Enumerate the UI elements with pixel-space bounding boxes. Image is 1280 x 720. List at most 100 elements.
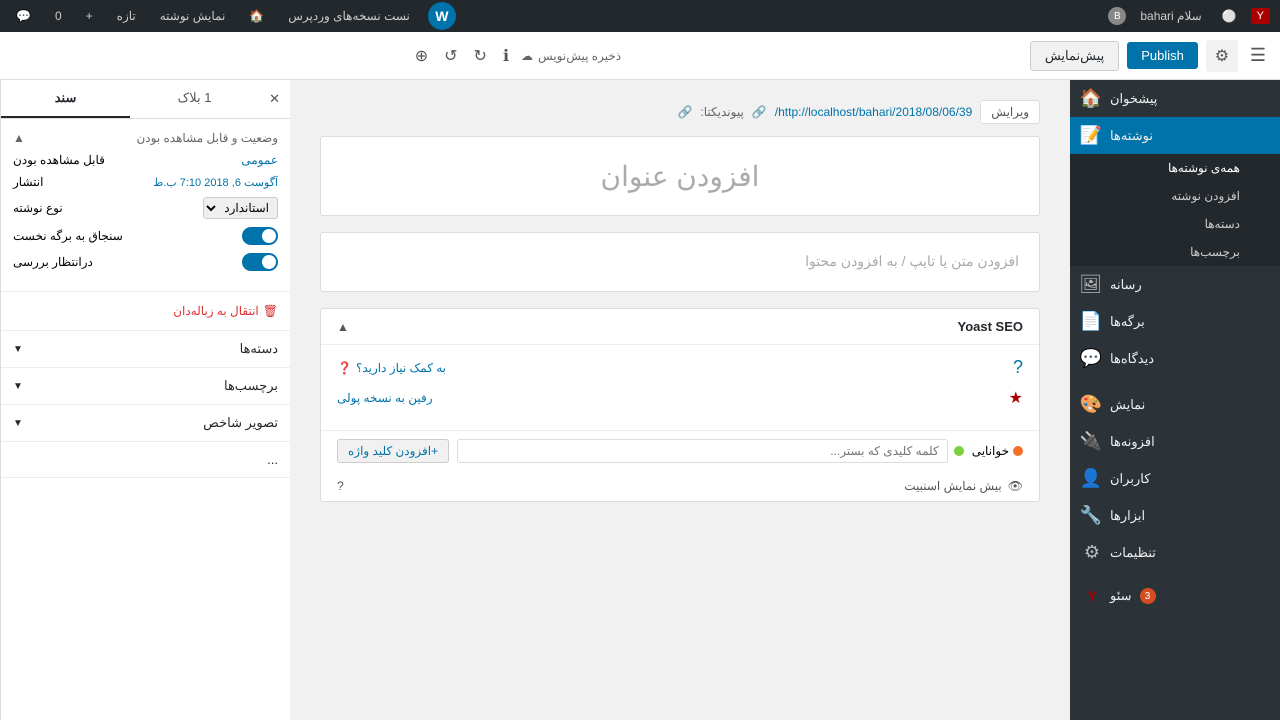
status-collapse-arrow[interactable]: ▲ [13,131,25,145]
yoast-header[interactable]: Yoast SEO ▲ [321,309,1039,345]
yoast-add-keyword-button[interactable]: +افزودن کلید واژه [337,439,449,463]
sidebar-item-appearance[interactable]: 🎨 نمایش [1070,386,1280,423]
seo-badge: 3 [1140,588,1156,604]
sidebar-item-pages[interactable]: 📄 برگه‌ها [1070,303,1280,340]
title-area[interactable]: افزودن عنوان [320,136,1040,216]
tags-section[interactable]: برچسب‌ها ▼ [1,368,290,405]
hamburger-menu[interactable]: ☰ [1246,41,1270,70]
yoast-star-icon: ★ [1009,388,1023,408]
stick-label: سنجاق به برگه نخست [13,229,123,243]
seo-icon: Y [1082,588,1102,604]
yoast-keyword-input[interactable] [457,439,948,463]
extra-section[interactable]: ... [1,442,290,478]
tags-label: برچسب‌ها [224,378,278,394]
admin-bar-customize[interactable]: تازه [111,9,142,23]
categories-section[interactable]: دسته‌ها ▼ [1,331,290,368]
publish-button[interactable]: Publish [1127,42,1198,69]
keyword-dot [954,446,964,456]
yoast-body: ? به کمک نیاز دارید؟ ❓ ★ رفین به نسخه پو… [321,345,1039,430]
admin-bar-yoast[interactable]: Y [1251,8,1270,24]
yoast-question-preview[interactable]: ? [337,479,344,493]
submenu-add-post[interactable]: افزودن نوشته [1070,182,1280,210]
editor-toolbar: ☰ ⚙ Publish پیش‌نمایش ذخیره پیش‌نویس ☁ ℹ… [0,32,1280,80]
permalink-url[interactable]: http://localhost/bahari/2018/08/06/39/ [775,105,973,119]
sidebar-item-dashboard[interactable]: 🏠 پیشخوان [1070,80,1280,117]
admin-bar-site-name[interactable]: نست نسخه‌های وردپرس [282,9,416,23]
sidebar-item-plugins[interactable]: 🔌 افزونه‌ها [1070,423,1280,460]
wp-logo[interactable]: W [428,2,456,30]
sidebar-label-plugins: افزونه‌ها [1110,434,1155,450]
media-icon: 🖼 [1082,274,1102,295]
yoast-version-link[interactable]: رفین به نسخه پولی [337,391,432,405]
yoast-preview-row[interactable]: 👁 بیش نمایش اسنبیت ? [321,471,1039,501]
save-area: ذخیره پیش‌نویس ☁ [521,49,621,63]
pending-label: درانتظار بررسی [13,255,93,269]
sidebar-item-settings[interactable]: ⚙ تنظیمات [1070,534,1280,571]
visibility-row: عمومی قابل مشاهده بودن [13,153,278,167]
save-label[interactable]: ذخیره پیش‌نویس [538,49,621,63]
plugins-icon: 🔌 [1082,431,1102,452]
featured-image-section[interactable]: تصویر شاخص ▼ [1,405,290,442]
yoast-inputs-row: خوانایی +افزودن کلید واژه [321,430,1039,471]
admin-bar-right: W نست نسخه‌های وردپرس 🏠 نمایش نوشته تازه… [10,2,456,30]
tab-block[interactable]: 1 بلاک [130,80,259,118]
panel-close-button[interactable]: ✕ [259,80,290,118]
add-block-icon[interactable]: ⊕ [411,42,432,70]
settings-button[interactable]: ⚙ [1206,40,1238,72]
sidebar-item-media[interactable]: 🖼 رسانه [1070,266,1280,303]
sidebar-label-users: کاربران [1110,471,1150,487]
trash-button[interactable]: 🗑 انتقال به زباله‌دان [13,304,278,318]
categories-label: دسته‌ها [240,341,278,357]
user-avatar[interactable]: B [1108,7,1126,25]
stick-toggle[interactable] [242,227,278,245]
pages-icon: 📄 [1082,311,1102,332]
visibility-value[interactable]: عمومی [241,153,278,167]
yoast-need-help-label: به کمک نیاز دارید؟ [356,361,446,375]
right-panel: سند 1 بلاک ✕ وضعیت و قابل مشاهده بودن ▲ … [0,80,290,720]
edit-permalink-button[interactable]: ویرایش [980,100,1040,124]
sidebar-label-settings: تنظیمات [1110,545,1156,561]
panel-tabs: سند 1 بلاک ✕ [1,80,290,119]
featured-image-arrow: ▼ [13,418,23,429]
undo-icon[interactable]: ↺ [440,42,461,70]
admin-bar-circle[interactable]: ⚪ [1216,9,1243,23]
post-type-select[interactable]: استاندارد [203,197,278,219]
admin-bar-comments[interactable]: 0 [49,9,68,23]
yoast-question-icon: ❓ [337,361,352,375]
admin-bar-username[interactable]: سلام bahari [1134,9,1207,23]
yoast-need-help[interactable]: به کمک نیاز دارید؟ ❓ [337,361,446,375]
post-type-row: استاندارد نوع نوشته [13,197,278,219]
sidebar-label-tools: ابزارها [1110,508,1145,524]
sidebar-item-posts[interactable]: 📝 نوشته‌ها [1070,117,1280,154]
redo-icon[interactable]: ↻ [470,42,491,70]
yoast-keyword-area [457,439,964,463]
content-placeholder: افزودن متن یا تایپ / به افزودن محتوا [805,253,1019,269]
submenu-tags[interactable]: برچسب‌ها [1070,238,1280,266]
sidebar-item-comments[interactable]: 💬 دیدگاه‌ها [1070,340,1280,377]
pending-toggle[interactable] [242,253,278,271]
submenu-categories[interactable]: دسته‌ها [1070,210,1280,238]
sidebar-item-seo[interactable]: Y سئو 3 [1070,580,1280,612]
editor-content: ویرایش http://localhost/bahari/2018/08/0… [320,100,1040,502]
info-icon[interactable]: ℹ [499,42,513,70]
admin-bar-view-site[interactable]: نمایش نوشته [154,9,232,23]
publish-value[interactable]: آگوست 6, 2018 7:10 ب.ط [153,176,278,189]
yoast-help-icon[interactable]: ? [1013,357,1023,378]
admin-bar-home[interactable]: 🏠 [243,9,270,23]
admin-bar-plus[interactable]: + [80,9,99,23]
trash-icon: 🗑 [263,304,278,318]
content-area[interactable]: افزودن متن یا تایپ / به افزودن محتوا [320,232,1040,292]
post-type-label: نوع نوشته [13,201,63,215]
publish-row: آگوست 6, 2018 7:10 ب.ط انتشار [13,175,278,189]
tab-document[interactable]: سند [1,80,130,118]
sidebar-label-dashboard: پیشخوان [1110,91,1157,107]
sidebar-item-users[interactable]: 👤 کاربران [1070,460,1280,497]
sidebar: 🏠 پیشخوان 📝 نوشته‌ها همه‌ی نوشته‌ها افزو… [1070,80,1280,720]
yoast-section: Yoast SEO ▲ ? به کمک نیاز دارید؟ ❓ ★ رفی… [320,308,1040,502]
copy-link-icon[interactable]: 🔗 [677,105,692,119]
status-section-title: وضعیت و قابل مشاهده بودن ▲ [13,131,278,145]
preview-button[interactable]: پیش‌نمایش [1030,41,1119,71]
submenu-all-posts[interactable]: همه‌ی نوشته‌ها [1070,154,1280,182]
sidebar-item-tools[interactable]: 🔧 ابزارها [1070,497,1280,534]
admin-bar-comment-icon[interactable]: 💬 [10,9,37,23]
